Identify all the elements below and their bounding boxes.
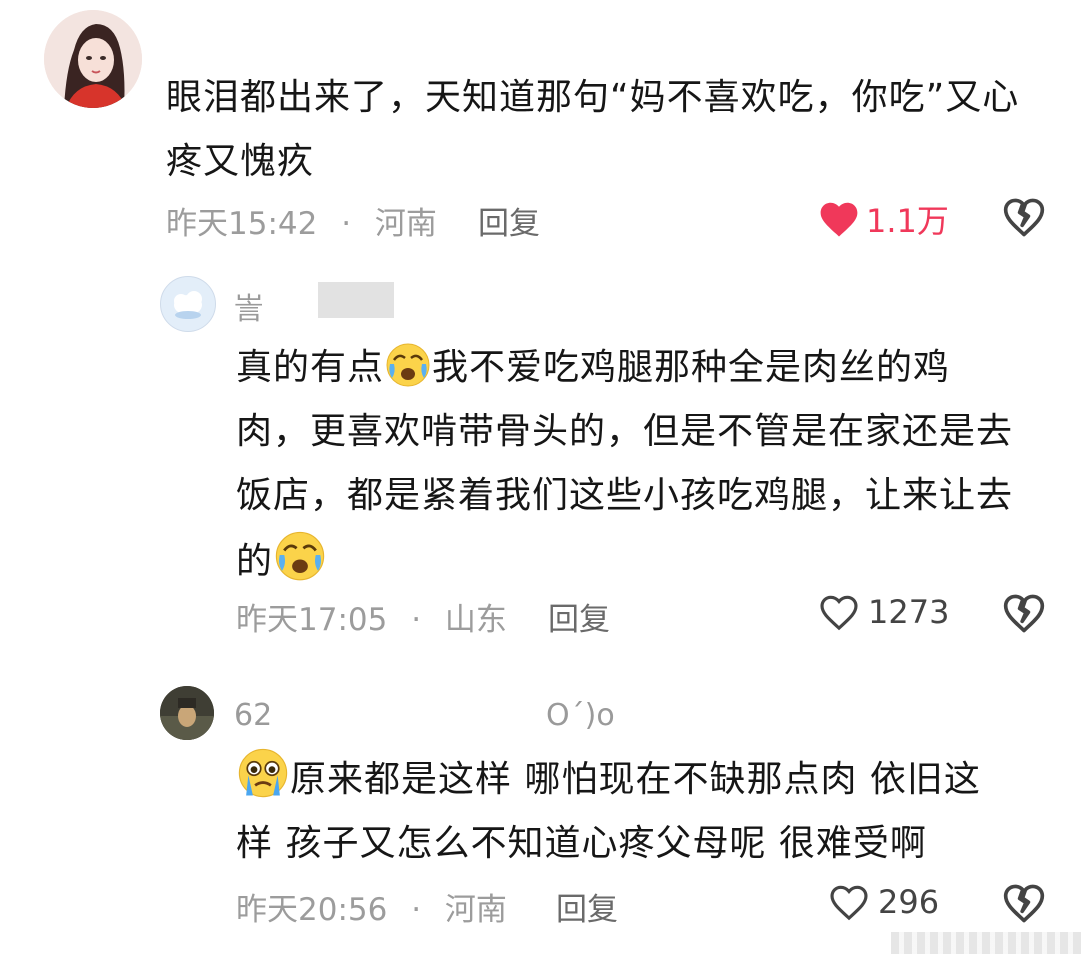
commenter-name-start: 62 [234,698,273,733]
comment-location: 河南 [444,892,507,928]
commenter-name[interactable]: 62 [234,698,272,733]
reply-button[interactable]: 回复 [556,884,618,929]
comment-line: 样 孩子又怎么不知道心疼父母呢 很难受啊 [236,823,927,864]
comment-time: 昨天17:05 [236,602,388,638]
like-button[interactable]: 1.1万 [818,196,949,242]
separator-dot: · [341,206,352,242]
heart-outline-icon [820,595,858,631]
like-count: 1.1万 [866,202,949,240]
commenter-name-end: O´)o [546,698,615,733]
heart-filled-icon [820,202,858,237]
commenter-name[interactable]: 訔 [234,284,264,328]
reply-button[interactable]: 回复 [548,594,610,639]
broken-heart-icon[interactable] [1002,882,1046,926]
comment-location: 山东 [444,602,507,638]
crying-emoji-icon [386,343,430,387]
comment-text: 眼泪都出来了，天知道那句“妈不喜欢吃，你吃”又心 疼又愧疚 [166,66,1066,194]
separator-dot: · [411,892,422,928]
like-count: 296 [878,883,940,921]
watermark [891,932,1081,954]
comment-text: 原来都是这样 哪怕现在不缺那点肉 依旧这 样 孩子又怎么不知道心疼父母呢 很难受… [236,746,1066,876]
avatar-girl-illustration [44,10,142,108]
like-button[interactable]: 296 [828,882,939,922]
comment-line: 原来都是这样 哪怕现在不缺那点肉 依旧这 [236,746,1066,812]
avatar[interactable] [160,276,216,332]
comment-line: 疼又愧疚 [166,141,315,182]
broken-heart-icon[interactable] [1002,592,1046,636]
avatar-photo [160,686,214,740]
avatar[interactable] [160,686,214,740]
reply-button[interactable]: 回复 [478,198,540,243]
name-redaction [262,282,394,318]
comment-text: 真的有点 我不爱吃鸡腿那种全是肉丝的鸡 肉，更喜欢啃带骨头的，但是不管是在家还是… [236,336,1066,594]
comment-line: 饭店，都是紧着我们这些小孩吃鸡腿，让来让去 [236,475,1014,516]
comment-meta: 昨天20:56 · 河南 [236,884,507,929]
comment-time: 昨天20:56 [236,892,388,928]
comment-line: 肉，更喜欢啃带骨头的，但是不管是在家还是去 [236,411,1014,452]
avatar-cloud-illustration [161,277,215,331]
text-segment: 原来都是这样 哪怕现在不缺那点肉 依旧这 [290,759,981,800]
heart-outline-icon [830,885,868,921]
broken-heart-icon[interactable] [1002,196,1046,240]
text-segment: 真的有点 [236,347,385,388]
comment-line: 真的有点 我不爱吃鸡腿那种全是肉丝的鸡 [236,336,1066,400]
text-segment: 的 [236,541,274,582]
comment-meta: 昨天15:42 · 河南 [166,198,437,243]
comment-line: 眼泪都出来了，天知道那句“妈不喜欢吃，你吃”又心 [166,77,1020,118]
separator-dot: · [411,602,422,638]
avatar[interactable] [44,10,142,108]
comment-location: 河南 [374,206,437,242]
comment-line: 的 [236,528,1066,594]
text-segment: 我不爱吃鸡腿那种全是肉丝的鸡 [432,347,951,388]
comment-meta: 昨天17:05 · 山东 [236,594,507,639]
like-count: 1273 [868,593,950,631]
tearful-emoji-icon [238,748,288,798]
comment-time: 昨天15:42 [166,206,318,242]
like-button[interactable]: 1273 [818,592,949,632]
crying-emoji-icon [275,531,325,581]
